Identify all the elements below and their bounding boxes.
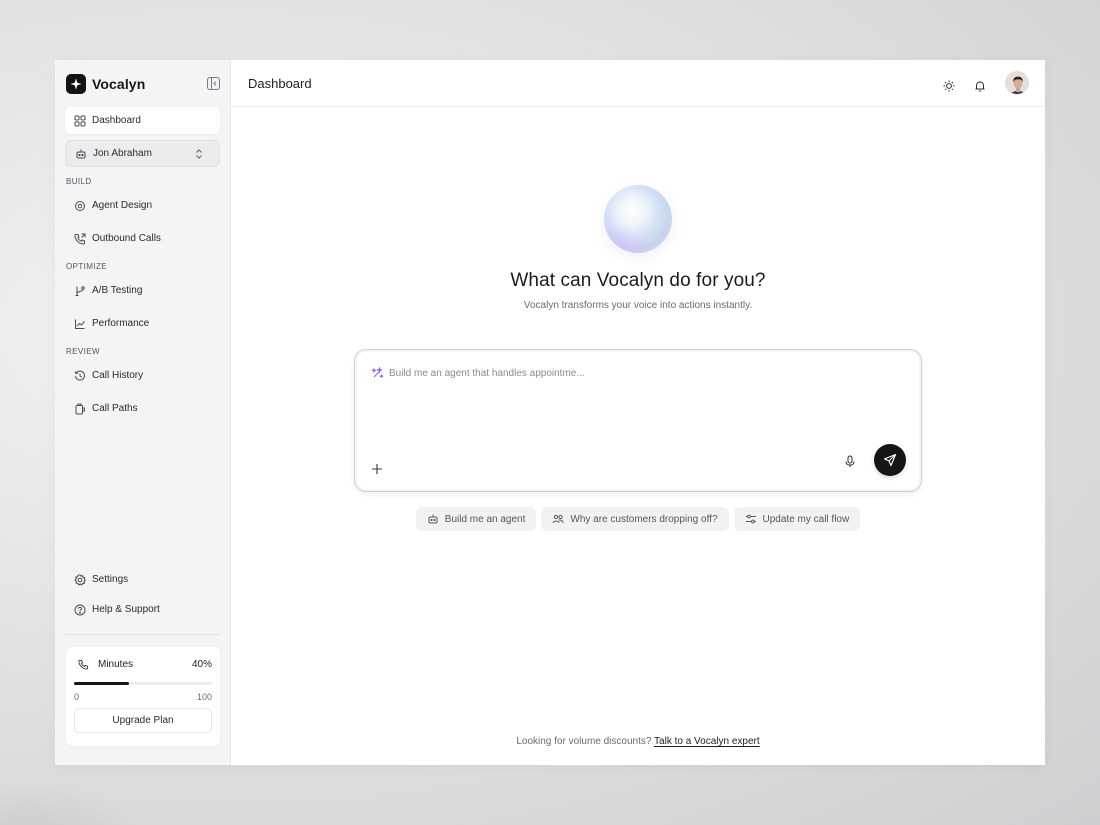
sun-icon[interactable] (942, 79, 956, 93)
topbar-actions (942, 71, 1029, 95)
sliders-icon (745, 514, 756, 524)
usage-label: Minutes (98, 658, 134, 670)
usage-progress-bar (74, 682, 212, 685)
hero-title: What can Vocalyn do for you? (510, 270, 766, 291)
sidebar-item-label: Settings (92, 574, 129, 585)
history-icon (74, 370, 85, 381)
topbar: Dashboard (231, 60, 1045, 107)
gear-icon (74, 573, 86, 586)
sidebar-item-label: Call History (92, 370, 144, 381)
prompt-box (354, 349, 922, 492)
users-icon (552, 514, 564, 524)
suggestion-label: Build me an agent (444, 513, 526, 525)
sidebar: Vocalyn Dashboard Jon Abraham BUILD Agen… (55, 60, 231, 765)
usage-percent: 40% (191, 658, 212, 670)
bot-icon (76, 149, 86, 158)
sidebar-item-label: A/B Testing (92, 285, 143, 296)
sidebar-item-dashboard[interactable]: Dashboard (65, 107, 220, 134)
section-label-build: BUILD (66, 177, 92, 186)
route-icon (75, 403, 85, 414)
sidebar-item-label: Call Paths (92, 403, 138, 414)
suggestion-label: Update my call flow (762, 513, 850, 525)
logo-icon (66, 73, 86, 94)
sidebar-item-call-history[interactable]: Call History (65, 362, 220, 389)
usage-range: 0 100 (74, 692, 212, 702)
hero-subtitle: Vocalyn transforms your voice into actio… (523, 300, 753, 311)
sidebar-bottom-links: Settings Help & Support (65, 566, 220, 626)
usage-max: 100 (196, 692, 212, 702)
usage-min: 0 (74, 692, 80, 702)
phone-icon (78, 659, 89, 670)
send-button[interactable] (874, 444, 906, 476)
suggestion-label: Why are customers dropping off? (570, 513, 718, 525)
assistant-orb (604, 185, 672, 253)
help-circle-icon (74, 604, 86, 615)
microphone-button[interactable] (835, 446, 865, 476)
main-content: Dashboard What can Vocalyn do for you? V… (231, 60, 1045, 765)
sidebar-item-label: Agent Design (92, 200, 153, 211)
sidebar-item-help[interactable]: Help & Support (65, 596, 220, 623)
suggestion-chips: Build me an agent Why are customers drop… (231, 507, 1045, 531)
bell-icon[interactable] (973, 79, 987, 93)
plus-icon[interactable] (371, 463, 383, 475)
brand-name: Vocalyn (92, 75, 146, 92)
chevron-updown-icon (196, 149, 202, 159)
prompt-input[interactable] (389, 363, 889, 383)
talk-to-expert-link[interactable]: Talk to a Vocalyn expert (654, 736, 760, 747)
section-label-review: REVIEW (66, 347, 100, 356)
workspace-select[interactable]: Jon Abraham (65, 140, 220, 167)
footer-text: Looking for volume discounts? (516, 736, 652, 747)
sidebar-divider (65, 634, 220, 635)
sidebar-item-call-paths[interactable]: Call Paths (65, 395, 220, 422)
sidebar-item-label: Outbound Calls (92, 233, 161, 244)
avatar[interactable] (1005, 71, 1029, 95)
footer-note: Looking for volume discounts? Talk to a … (231, 736, 1045, 747)
sidebar-item-label: Dashboard (92, 115, 141, 126)
sidebar-item-label: Performance (92, 318, 150, 329)
sparkle-icon (371, 367, 384, 379)
app-window: Vocalyn Dashboard Jon Abraham BUILD Agen… (55, 60, 1045, 765)
usage-card: Minutes 40% 0 100 Upgrade Plan (66, 647, 220, 746)
bot-icon (428, 514, 438, 524)
usage-progress-fill (74, 682, 130, 685)
sidebar-item-settings[interactable]: Settings (65, 566, 220, 593)
sidebar-item-agent-design[interactable]: Agent Design (65, 192, 220, 219)
section-label-optimize: OPTIMIZE (66, 262, 107, 271)
phone-outgoing-icon (74, 233, 86, 245)
cog-icon (75, 200, 85, 211)
suggestion-chip[interactable]: Why are customers dropping off? (541, 507, 729, 531)
upgrade-plan-button[interactable]: Upgrade Plan (74, 708, 212, 733)
git-branch-icon (75, 285, 85, 296)
microphone-icon (845, 455, 855, 467)
suggestion-chip[interactable]: Build me an agent (415, 507, 537, 531)
usage-header: Minutes 40% (74, 655, 212, 673)
send-icon (883, 453, 897, 467)
sidebar-collapse-icon[interactable] (207, 77, 220, 90)
workspace-select-value: Jon Abraham (93, 148, 152, 159)
suggestion-chip[interactable]: Update my call flow (733, 507, 861, 531)
sidebar-item-ab-testing[interactable]: A/B Testing (65, 277, 220, 304)
grid-icon (74, 115, 86, 126)
chart-line-icon (75, 319, 85, 329)
sidebar-item-performance[interactable]: Performance (65, 310, 220, 337)
sidebar-item-outbound-calls[interactable]: Outbound Calls (65, 225, 220, 252)
brand: Vocalyn (65, 60, 220, 107)
sidebar-item-label: Help & Support (92, 604, 160, 615)
page-title: Dashboard (248, 75, 312, 91)
